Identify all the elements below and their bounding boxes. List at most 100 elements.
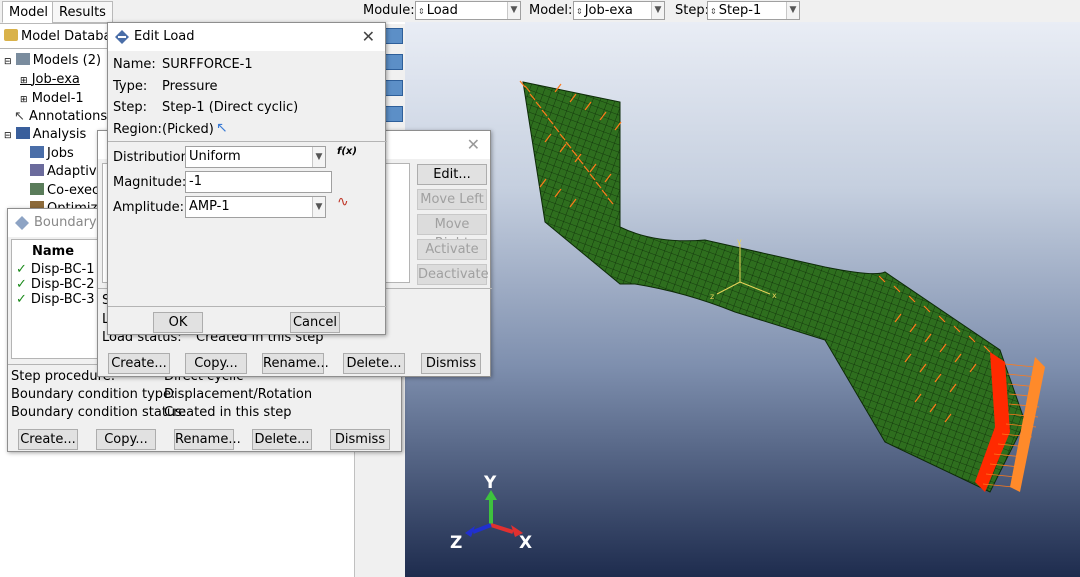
table-row[interactable]: ✓ Disp-BC-1 bbox=[16, 262, 95, 277]
step-combo[interactable]: ⇕ Step-1 ▼ bbox=[707, 1, 800, 20]
load-move-right-button[interactable]: Move Right bbox=[417, 214, 487, 251]
load-dismiss-button[interactable]: Dismiss bbox=[421, 353, 481, 374]
distribution-label: Distribution: bbox=[113, 150, 194, 165]
app-icon bbox=[115, 30, 129, 44]
tree-coexec[interactable]: Co-execu bbox=[30, 183, 107, 198]
bc-status-value: Created in this step bbox=[164, 405, 292, 420]
module-combo[interactable]: ⇕ Load ▼ bbox=[415, 1, 521, 20]
load-activate-button[interactable]: Activate bbox=[417, 239, 487, 260]
database-icon bbox=[4, 29, 18, 41]
tree-jobs[interactable]: Jobs bbox=[30, 146, 74, 161]
amplitude-plot-icon[interactable]: ∿ bbox=[337, 194, 349, 210]
step-label: Step: bbox=[675, 3, 709, 18]
amplitude-label: Amplitude: bbox=[113, 200, 184, 215]
tree-annotations[interactable]: ↖ Annotations bbox=[14, 109, 107, 124]
tree-model-1[interactable]: ⊞ Model-1 bbox=[20, 91, 84, 106]
bc-row-name: Disp-BC-2 bbox=[30, 277, 95, 292]
bc-rename-button[interactable]: Rename... bbox=[174, 429, 241, 450]
chevron-down-icon[interactable]: ▼ bbox=[651, 2, 664, 19]
bc-dismiss-button[interactable]: Dismiss bbox=[330, 429, 390, 450]
amplitude-value: AMP-1 bbox=[189, 199, 230, 214]
bc-create-button[interactable]: Create... bbox=[18, 429, 78, 450]
name-value: SURFFORCE-1 bbox=[162, 57, 253, 72]
tree-models-label: Models (2) bbox=[32, 53, 102, 68]
app-icon bbox=[15, 216, 29, 230]
tab-model[interactable]: Model bbox=[2, 1, 56, 23]
expand-icon[interactable]: ⊞ bbox=[20, 95, 28, 105]
dogbone-model: y x z Y X Z bbox=[450, 80, 1045, 553]
load-create-button[interactable]: Create... bbox=[108, 353, 170, 374]
bc-delete-button[interactable]: Delete... bbox=[252, 429, 312, 450]
collapse-icon[interactable]: ⊟ bbox=[4, 131, 12, 141]
triad-z-label: Z bbox=[450, 533, 462, 553]
amplitude-select[interactable]: AMP-1 ▼ bbox=[185, 196, 326, 218]
tree-analysis[interactable]: ⊟ Analysis bbox=[4, 127, 86, 142]
tree-annotations-label: Annotations bbox=[29, 109, 108, 124]
magnitude-label: Magnitude: bbox=[113, 175, 187, 190]
jobs-icon bbox=[30, 146, 44, 158]
bc-copy-button[interactable]: Copy... bbox=[96, 429, 156, 450]
table-row[interactable]: ✓ Disp-BC-3 bbox=[16, 292, 95, 307]
analysis-icon bbox=[15, 127, 30, 139]
pick-cursor-icon[interactable]: ↖ bbox=[216, 120, 228, 136]
region-value: (Picked) bbox=[162, 122, 214, 137]
load-move-left-button[interactable]: Move Left bbox=[417, 189, 487, 210]
module-value: Load bbox=[426, 3, 458, 18]
edit-load-dialog: Edit Load ✕ Name: SURFFORCE-1 Type: Pres… bbox=[107, 22, 387, 335]
tree-analysis-label: Analysis bbox=[32, 127, 87, 142]
close-icon[interactable]: ✕ bbox=[467, 135, 480, 154]
tree-job-exa[interactable]: ⊞ Job-exa bbox=[20, 72, 80, 87]
chevron-down-icon[interactable]: ▼ bbox=[312, 147, 325, 167]
step-label: Step: bbox=[113, 100, 147, 115]
collapse-icon[interactable]: ⊟ bbox=[4, 57, 12, 67]
ok-button[interactable]: OK bbox=[153, 312, 203, 333]
region-label: Region: bbox=[113, 122, 162, 137]
triad-y-label: Y bbox=[483, 473, 497, 493]
distribution-value: Uniform bbox=[189, 149, 241, 164]
chevron-down-icon[interactable]: ▼ bbox=[507, 2, 520, 19]
type-label: Type: bbox=[113, 79, 148, 94]
bc-manager-icon[interactable] bbox=[385, 54, 403, 70]
triad-x-label: X bbox=[519, 533, 532, 553]
model-label: Model: bbox=[529, 3, 573, 18]
bc-row-name: Disp-BC-3 bbox=[30, 292, 95, 307]
step-value: Step-1 (Direct cyclic) bbox=[162, 100, 299, 115]
divider bbox=[108, 141, 387, 142]
chevron-down-icon[interactable]: ▼ bbox=[312, 197, 325, 217]
load-rename-button[interactable]: Rename... bbox=[262, 353, 329, 374]
edit-load-title: Edit Load ✕ bbox=[108, 23, 385, 51]
load-edit-button[interactable]: Edit... bbox=[417, 164, 487, 185]
context-bar: Module: ⇕ Load ▼ Model: ⇕ Job-exa ▼ Step: … bbox=[355, 0, 1080, 22]
model-value: Job-exa bbox=[584, 3, 633, 18]
field-manager-icon[interactable] bbox=[385, 80, 403, 96]
close-icon[interactable]: ✕ bbox=[362, 27, 375, 46]
model-combo[interactable]: ⇕ Job-exa ▼ bbox=[573, 1, 665, 20]
load-manager-icon[interactable] bbox=[385, 28, 403, 44]
tree-jobs-label: Jobs bbox=[47, 146, 74, 161]
magnitude-input[interactable]: -1 bbox=[185, 171, 332, 193]
view-triad bbox=[465, 490, 523, 537]
graphics-viewport[interactable]: y x z Y X Z bbox=[405, 22, 1080, 577]
distribution-select[interactable]: Uniform ▼ bbox=[185, 146, 326, 168]
chevron-down-icon[interactable]: ▼ bbox=[786, 2, 799, 19]
tree-adaptivity[interactable]: Adaptivit bbox=[30, 164, 105, 179]
function-icon[interactable]: f(x) bbox=[337, 146, 357, 157]
module-tabs: Model Results bbox=[0, 0, 355, 24]
mesh-body bbox=[522, 81, 1026, 493]
tree-models[interactable]: ⊟ Models (2) bbox=[4, 53, 101, 68]
name-label: Name: bbox=[113, 57, 156, 72]
tab-results[interactable]: Results bbox=[52, 1, 113, 23]
load-copy-button[interactable]: Copy... bbox=[185, 353, 247, 374]
module-label: Module: bbox=[363, 3, 415, 18]
load-deactivate-button[interactable]: Deactivate bbox=[417, 264, 489, 285]
expand-icon[interactable]: ⊞ bbox=[20, 76, 28, 86]
tree-model-1-label: Model-1 bbox=[31, 91, 84, 106]
type-value: Pressure bbox=[162, 79, 218, 94]
coexecution-icon bbox=[30, 183, 44, 195]
load-delete-button[interactable]: Delete... bbox=[343, 353, 405, 374]
edit-load-title-text: Edit Load bbox=[134, 29, 195, 44]
table-row[interactable]: ✓ Disp-BC-2 bbox=[16, 277, 95, 292]
tree-job-exa-label: Job-exa bbox=[31, 72, 80, 87]
cancel-button[interactable]: Cancel bbox=[290, 312, 340, 333]
amplitude-manager-icon[interactable] bbox=[385, 106, 403, 122]
